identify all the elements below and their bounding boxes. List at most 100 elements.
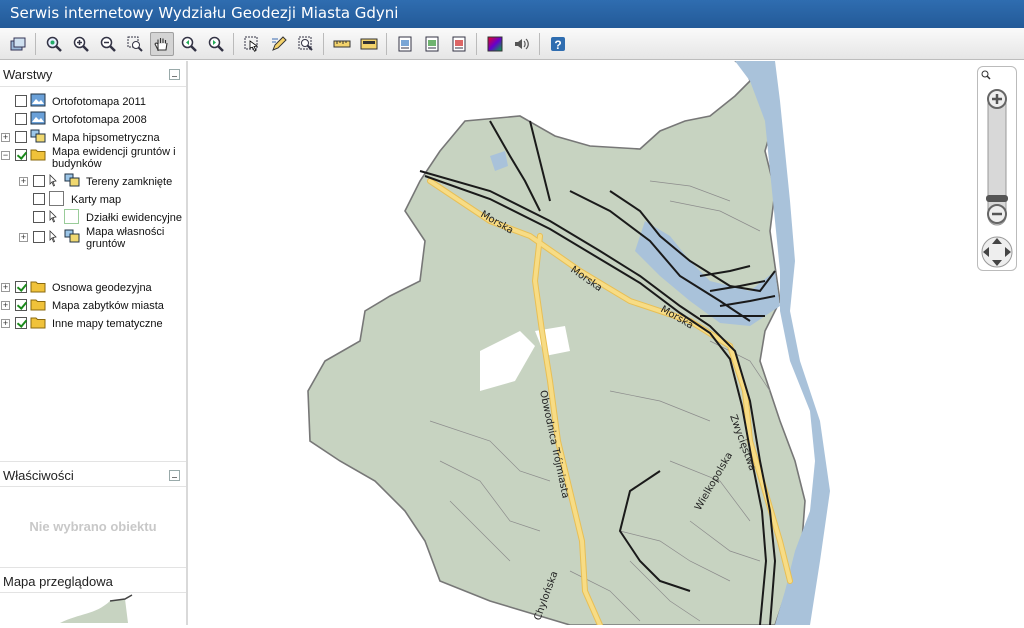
toolbar-separator [539, 32, 540, 55]
layer-group-icon [30, 129, 46, 143]
layer-label-line2: gruntów [86, 238, 126, 250]
zoom-out-icon[interactable] [987, 204, 1007, 224]
overview-panel: Mapa przeglądowa [0, 567, 186, 628]
zoom-slider-thumb[interactable] [986, 195, 1008, 202]
color-palette-button[interactable] [483, 32, 507, 56]
toolbar-separator [386, 32, 387, 55]
expand-icon[interactable]: + [1, 319, 10, 328]
expand-icon[interactable]: + [19, 233, 28, 242]
zoom-control [977, 66, 1017, 271]
properties-panel-title: Właściwości [3, 468, 74, 483]
properties-panel: Właściwości Nie wybrano obiektu [0, 461, 186, 567]
layer-label: Osnowa geodezyjna [52, 282, 152, 294]
folder-icon [30, 281, 46, 293]
identify-button[interactable] [294, 32, 318, 56]
measure-area-icon [360, 38, 377, 49]
layers-icon [10, 37, 25, 50]
no-object-message: Nie wybrano obiektu [29, 519, 157, 534]
layer-label: Mapa hipsometryczna [52, 132, 160, 144]
pointer-icon [49, 174, 57, 187]
layers-panel-title: Warstwy [3, 67, 53, 82]
measure-area-button[interactable] [357, 32, 381, 56]
pointer-icon [49, 230, 57, 243]
layers-panel-header: Warstwy [0, 61, 186, 87]
layer-label: Karty map [71, 194, 122, 206]
layer-checkbox[interactable] [15, 131, 27, 143]
expand-icon[interactable]: + [19, 177, 28, 186]
zoom-in-button[interactable] [69, 32, 93, 56]
zoom-box-button[interactable] [123, 32, 147, 56]
layer-label: Mapa własności [86, 226, 165, 238]
layers-button[interactable] [6, 32, 30, 56]
app-title-bar: Serwis internetowy Wydziału Geodezji Mia… [0, 0, 1024, 28]
minimize-icon[interactable] [169, 69, 180, 80]
sound-button[interactable] [510, 32, 534, 56]
left-panel: Warstwy Ortofotomapa 2011 Ortofotomapa 2… [0, 61, 188, 625]
print-icon [398, 36, 411, 51]
measure-distance-button[interactable] [330, 32, 354, 56]
edit-button[interactable] [267, 32, 291, 56]
pan-arrows-icon[interactable] [981, 236, 1013, 268]
zoom-next-icon [208, 36, 224, 52]
zoom-out-button[interactable] [96, 32, 120, 56]
raster-layer-icon [30, 111, 46, 125]
zoom-extent-button[interactable] [42, 32, 66, 56]
expand-icon[interactable]: + [1, 283, 10, 292]
overview-panel-header: Mapa przeglądowa [0, 567, 186, 593]
app-title: Serwis internetowy Wydziału Geodezji Mia… [10, 4, 399, 22]
identify-icon [298, 36, 313, 51]
overview-map[interactable] [0, 593, 186, 623]
toolbar-separator [35, 32, 36, 55]
folder-icon [30, 317, 46, 329]
layer-swatch [49, 191, 64, 206]
zoom-next-button[interactable] [204, 32, 228, 56]
layer-label: Mapa ewidencji gruntów i [52, 146, 176, 158]
pointer-icon [49, 210, 57, 223]
toolbar-separator [233, 32, 234, 55]
layer-checkbox[interactable] [15, 95, 27, 107]
color-palette-icon [487, 36, 502, 51]
layer-group-icon [64, 229, 80, 243]
folder-icon [30, 299, 46, 311]
print-button[interactable] [393, 32, 417, 56]
layer-label: Ortofotomapa 2011 [52, 96, 146, 108]
layer-checkbox[interactable] [15, 317, 27, 329]
layer-checkbox[interactable] [33, 193, 45, 205]
properties-panel-header: Właściwości [0, 461, 186, 487]
layer-checkbox[interactable] [15, 149, 27, 161]
pan-button[interactable] [149, 31, 174, 56]
layer-label: Tereny zamknięte [86, 176, 173, 188]
toolbar-separator [323, 32, 324, 55]
layer-checkbox[interactable] [15, 113, 27, 125]
overview-panel-title: Mapa przeglądowa [3, 574, 113, 589]
select-button[interactable] [240, 32, 264, 56]
select-icon [244, 36, 258, 52]
collapse-icon[interactable]: − [1, 151, 10, 160]
report-button[interactable] [447, 32, 471, 56]
map-view[interactable]: Morska Morska Morska Obwodnica Trójmiast… [190, 61, 1024, 625]
layer-label: Działki ewidencyjne [86, 212, 182, 224]
layer-checkbox[interactable] [33, 231, 45, 243]
expand-icon[interactable]: + [1, 133, 10, 142]
zoom-prev-icon [181, 36, 197, 52]
export-button[interactable] [420, 32, 444, 56]
toolbar: ? [0, 28, 1024, 60]
export-icon [425, 36, 438, 51]
layer-checkbox[interactable] [15, 299, 27, 311]
minimize-icon[interactable] [169, 470, 180, 481]
zoom-in-icon[interactable] [987, 89, 1007, 109]
edit-icon [271, 35, 287, 51]
layer-checkbox[interactable] [15, 281, 27, 293]
layer-checkbox[interactable] [33, 175, 45, 187]
zoom-prev-button[interactable] [177, 32, 201, 56]
help-button[interactable]: ? [546, 32, 570, 56]
measure-distance-icon [333, 40, 350, 47]
layer-group-icon [64, 173, 80, 187]
map-canvas[interactable]: Morska Morska Morska Obwodnica Trójmiast… [190, 61, 1024, 625]
layer-checkbox[interactable] [33, 211, 45, 223]
expand-icon[interactable]: + [1, 301, 10, 310]
layer-label: Inne mapy tematyczne [52, 318, 163, 330]
zoom-box-icon [127, 36, 143, 52]
search-icon[interactable] [981, 70, 991, 80]
layer-swatch [64, 209, 79, 224]
